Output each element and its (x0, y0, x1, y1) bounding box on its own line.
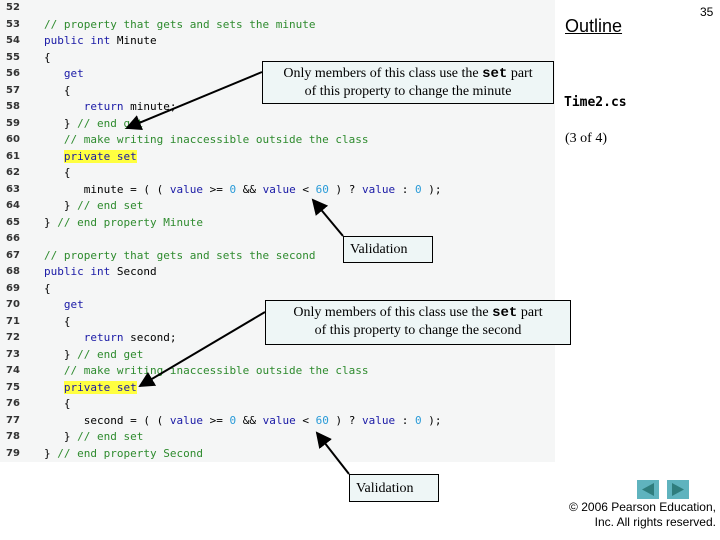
callout-code: set (492, 305, 518, 321)
line-number: 70 (6, 299, 20, 310)
code-text: { (44, 397, 71, 410)
line-number: 54 (6, 35, 20, 46)
callout-line2: of this property to change the second (314, 323, 522, 338)
callout-second-set: Only members of this class use the set p… (265, 300, 571, 345)
code-text: } // end get (44, 347, 144, 361)
code-text: { (44, 166, 71, 179)
code-text: private set (63, 149, 137, 163)
line-number: 66 (6, 233, 20, 244)
line-number: 76 (6, 398, 20, 409)
callout-validation-minute: Validation (343, 236, 433, 263)
code-text: } // end set (44, 430, 144, 443)
callout-line2: of this property to change the minute (304, 84, 512, 99)
callout-line1: Only members of this class use the set p… (266, 304, 570, 322)
line-number: 71 (6, 315, 20, 327)
callout-code: set (482, 66, 508, 82)
code-text: // make writing inaccessible outside the… (63, 133, 369, 146)
callout-text: part (507, 66, 533, 81)
line-number: 52 (6, 2, 20, 13)
callout-text: part (517, 305, 543, 320)
code-text: } // end property Minute (44, 215, 203, 229)
callout-text: Validation (350, 242, 408, 257)
prev-triangle-icon (642, 483, 654, 496)
code-text: } // end get (44, 116, 144, 130)
prev-slide-button[interactable] (637, 480, 659, 499)
code-text: public int Second (44, 265, 157, 278)
line-number: 62 (6, 167, 20, 178)
code-text: public int Minute (44, 34, 157, 47)
page-info: (3 of 4) (565, 131, 607, 146)
code-text: { (44, 281, 51, 295)
line-number: 59 (6, 117, 20, 129)
callout-text: Only members of this class use the (293, 305, 493, 320)
slide-number: 35 (700, 5, 714, 19)
copyright: © 2006 Pearson Education, Inc. All right… (560, 500, 716, 530)
line-number: 61 (6, 150, 20, 162)
line-number: 60 (6, 134, 20, 145)
code-text: } // end property Second (44, 446, 203, 460)
callout-validation-second: Validation (349, 474, 439, 502)
code-text: { (44, 50, 51, 64)
callout-text: Validation (356, 481, 414, 496)
code-text: // make writing inaccessible outside the… (63, 364, 369, 377)
line-number: 57 (6, 84, 20, 96)
outline-link[interactable]: Outline (565, 16, 622, 37)
code-text: // property that gets and sets the secon… (44, 248, 316, 262)
callout-minute-set: Only members of this class use the set p… (262, 61, 554, 104)
code-text: return second; (83, 331, 177, 344)
line-number: 55 (6, 51, 20, 63)
line-number: 63 (6, 183, 20, 195)
line-number: 68 (6, 266, 20, 277)
code-text: } // end set (44, 199, 144, 212)
line-number: 53 (6, 18, 20, 30)
code-text: { (44, 83, 71, 97)
code-text: private set (63, 380, 137, 394)
next-triangle-icon (672, 483, 684, 496)
line-number: 56 (6, 68, 20, 79)
copyright-line1: © 2006 Pearson Education, (569, 500, 716, 514)
line-number: 74 (6, 365, 20, 376)
line-number: 77 (6, 414, 20, 426)
copyright-line2: Inc. All rights reserved. (594, 515, 716, 529)
line-number: 78 (6, 431, 20, 442)
line-number: 67 (6, 249, 20, 261)
line-number: 75 (6, 381, 20, 393)
code-text: minute = ( ( value >= 0 && value < 60 ) … (44, 182, 442, 196)
line-number: 64 (6, 200, 20, 211)
code-text: { (44, 314, 71, 328)
code-text: // property that gets and sets the minut… (44, 17, 316, 31)
code-text: get (63, 67, 84, 80)
line-number: 73 (6, 348, 20, 360)
filename-label: Time2.cs (564, 95, 627, 110)
line-number: 72 (6, 332, 20, 343)
code-text: get (63, 298, 84, 311)
line-number: 79 (6, 447, 20, 459)
code-text: return minute; (83, 100, 177, 113)
line-number: 69 (6, 282, 20, 294)
line-number: 58 (6, 101, 20, 112)
callout-line1: Only members of this class use the set p… (263, 65, 553, 83)
line-number: 65 (6, 216, 20, 228)
next-slide-button[interactable] (667, 480, 689, 499)
code-text: second = ( ( value >= 0 && value < 60 ) … (44, 413, 442, 427)
callout-text: Only members of this class use the (283, 66, 483, 81)
